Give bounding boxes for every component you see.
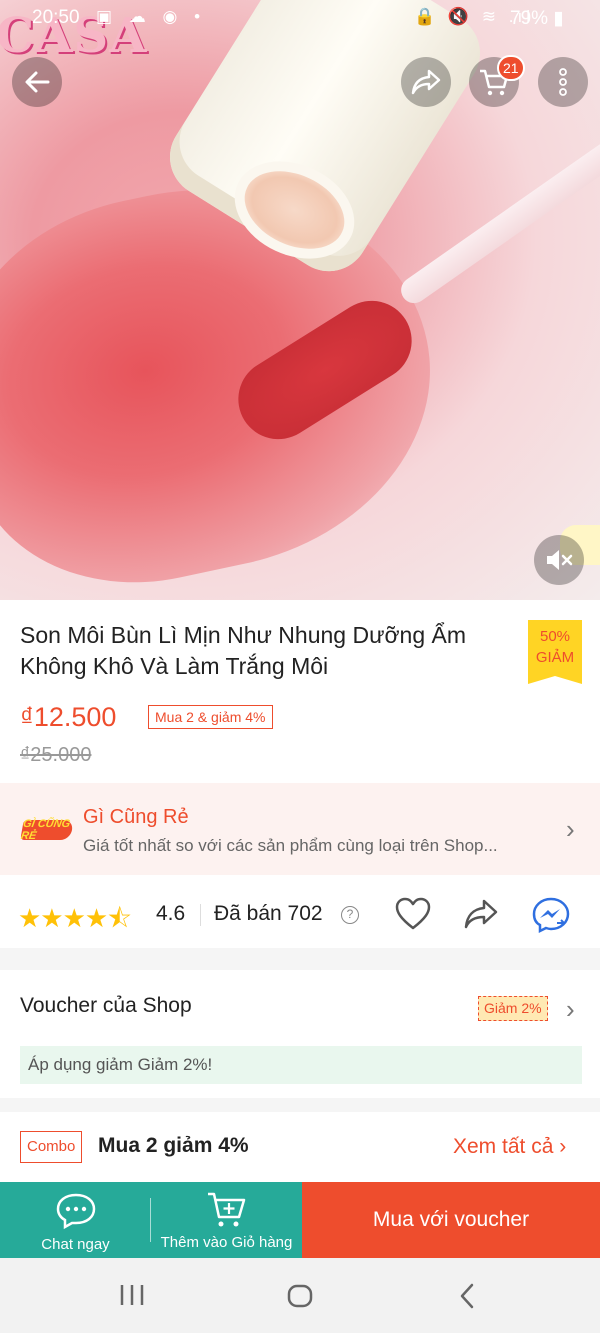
current-price: ₫12.500	[20, 702, 117, 732]
section-gap	[0, 948, 600, 970]
add-cart-icon	[207, 1192, 245, 1227]
chevron-left-icon	[460, 1283, 474, 1309]
share-button[interactable]	[401, 57, 451, 107]
cheap-deal-title: Gì Cũng Rẻ	[83, 806, 189, 828]
status-time: 20:50	[32, 7, 80, 28]
discount-badge: 50% GIẢM	[528, 620, 582, 684]
cheap-deal-banner[interactable]	[0, 783, 600, 875]
chat-now-label: Chat ngay	[41, 1236, 110, 1253]
add-to-cart-button[interactable]: Thêm vào Giỏ hàng	[151, 1182, 302, 1258]
system-back-button[interactable]	[457, 1281, 477, 1316]
share-product-button[interactable]	[462, 896, 500, 937]
notification-icons: ▣ ☁ ◉ •	[96, 7, 207, 26]
heart-icon	[395, 897, 431, 930]
section-gap	[0, 1098, 600, 1112]
share-icon	[411, 69, 441, 95]
product-title: Son Môi Bùn Lì Mịn Như Nhung Dưỡng Ẩm Kh…	[20, 622, 467, 679]
volume-mute-icon	[547, 550, 573, 570]
bundle-discount-tag[interactable]: Mua 2 & giảm 4%	[148, 705, 273, 729]
more-vertical-icon	[559, 68, 567, 96]
voucher-tag[interactable]: Giảm 2%	[478, 996, 548, 1021]
sold-count: Đã bán 702	[214, 902, 323, 925]
original-price: ₫25.000	[20, 744, 92, 766]
bottom-action-bar: Chat ngay Thêm vào Giỏ hàng Mua với vouc…	[0, 1182, 600, 1258]
rating-row: ★★★★⯪ 4.6 Đã bán 702 ?	[0, 882, 600, 948]
combo-tag: Combo	[20, 1131, 83, 1163]
discount-percent: 50%	[539, 628, 571, 645]
buy-with-voucher-button[interactable]: Mua với voucher	[302, 1182, 600, 1258]
applicator-wand	[396, 137, 600, 309]
mute-button[interactable]	[534, 535, 584, 585]
cheap-deal-logo: GÌ CŨNG RẺ	[20, 818, 74, 842]
home-icon	[287, 1284, 313, 1308]
discount-word: GIẢM	[535, 649, 575, 666]
arrow-left-icon	[25, 71, 50, 93]
see-all-label: Xem tất cả	[453, 1135, 554, 1158]
favorite-button[interactable]	[394, 896, 432, 937]
chevron-right-icon[interactable]: ›	[566, 994, 575, 1025]
messenger-share-button[interactable]	[531, 896, 571, 939]
cart-count-badge: 21	[497, 55, 525, 81]
home-button[interactable]	[286, 1283, 314, 1314]
status-bar: 20:50 ▣ ☁ ◉ • 🔒 🔇 ≋ .ıl 79% ▮	[0, 4, 600, 34]
rating-stars: ★★★★⯪	[18, 903, 132, 933]
battery-level: 79% ▮	[510, 8, 564, 29]
messenger-icon	[532, 897, 570, 934]
voucher-applied-note: Áp dụng giảm Giảm 2%!	[20, 1046, 582, 1084]
system-nav-bar	[0, 1258, 600, 1333]
chevron-right-icon: ›	[566, 814, 575, 844]
help-icon[interactable]: ?	[341, 906, 359, 924]
see-all-link[interactable]: Xem tất cả ›	[453, 1135, 566, 1159]
share-icon	[464, 899, 498, 929]
battery-icon: ▮	[553, 8, 564, 29]
cheap-deal-subtitle: Giá tốt nhất so với các sản phẩm cùng lo…	[83, 836, 498, 855]
shop-voucher-title[interactable]: Voucher của Shop	[20, 994, 192, 1018]
recent-apps-button[interactable]	[118, 1283, 146, 1312]
chat-bubble-icon	[56, 1193, 95, 1230]
add-to-cart-label: Thêm vào Giỏ hàng	[160, 1234, 293, 1251]
combo-title: Mua 2 giảm 4%	[98, 1134, 249, 1157]
chat-now-button[interactable]: Chat ngay	[0, 1182, 151, 1258]
more-options-button[interactable]	[538, 57, 588, 107]
chevron-right-icon: ›	[559, 1135, 567, 1158]
back-button[interactable]	[12, 57, 62, 107]
recent-apps-icon	[120, 1285, 144, 1305]
divider	[200, 904, 201, 926]
rating-value: 4.6	[156, 902, 186, 925]
